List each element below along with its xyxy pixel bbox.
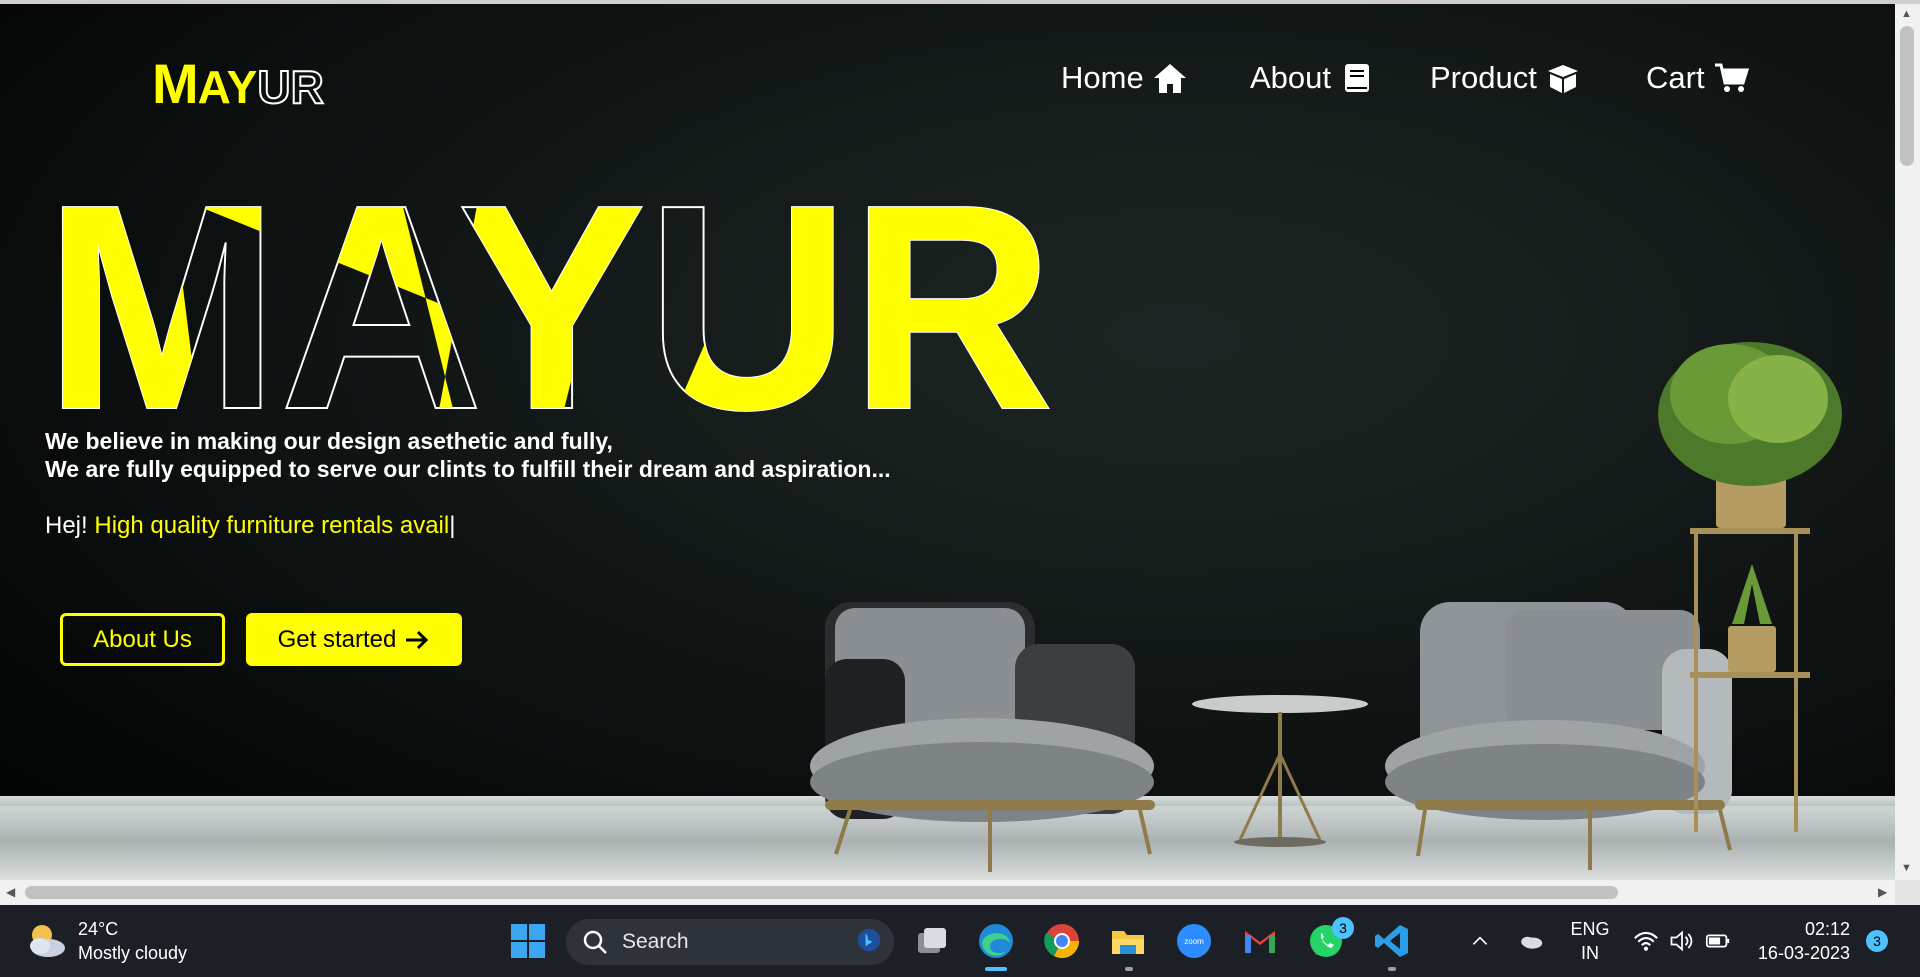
svg-text:zoom: zoom	[1184, 937, 1204, 946]
vscode-icon	[1375, 925, 1408, 957]
get-started-button[interactable]: Get started	[246, 613, 462, 666]
hero-title: MAYUR MAYUR	[43, 186, 1055, 416]
right-armchair	[1385, 602, 1732, 870]
typing-caret: |	[449, 512, 456, 539]
language-indicator[interactable]: ENG IN	[1566, 905, 1614, 977]
cart-icon	[1714, 63, 1749, 92]
bing-icon[interactable]	[856, 927, 882, 953]
gmail-button[interactable]	[1238, 919, 1282, 963]
arrow-right-icon	[406, 630, 429, 649]
horizontal-scroll-thumb[interactable]	[25, 886, 1618, 899]
battery-button[interactable]	[1700, 919, 1736, 963]
horizontal-scrollbar[interactable]: ◀ ▶	[0, 880, 1895, 905]
folder-icon	[1112, 931, 1144, 954]
nav-product[interactable]: Product	[1430, 60, 1581, 96]
gmail-icon	[1245, 931, 1275, 953]
side-table	[1192, 695, 1368, 847]
hero-section: MAYUR Home About Product Cart MAYUR MAYU…	[0, 4, 1895, 880]
about-us-button[interactable]: About Us	[60, 613, 225, 666]
chevron-up-icon	[1472, 936, 1488, 945]
temperature-text: 24°C	[78, 919, 119, 939]
cloud-icon	[1521, 936, 1543, 949]
onedrive-button[interactable]	[1512, 919, 1550, 963]
box-icon	[1547, 65, 1578, 93]
clock-time: 02:12	[1804, 919, 1850, 939]
vertical-scrollbar[interactable]: ▲ ▼	[1895, 4, 1920, 880]
wifi-icon	[1634, 931, 1658, 951]
vertical-scroll-thumb[interactable]	[1900, 26, 1914, 166]
scroll-right-arrow-icon[interactable]: ▶	[1878, 885, 1887, 899]
logo-letter-m: M	[152, 52, 199, 115]
nav-cart[interactable]: Cart	[1646, 60, 1749, 96]
vscode-open-indicator	[1388, 967, 1396, 971]
battery-icon	[1705, 934, 1730, 948]
house-icon	[1153, 64, 1186, 93]
nav-home[interactable]: Home	[1061, 60, 1188, 96]
show-hidden-icons-button[interactable]	[1462, 919, 1498, 963]
file-explorer-button[interactable]	[1106, 919, 1150, 963]
typed-text: High quality furniture rentals avail	[94, 512, 450, 539]
nav-about[interactable]: About	[1250, 60, 1375, 96]
search-icon	[583, 930, 607, 954]
notification-badge[interactable]: 3	[1866, 930, 1888, 952]
task-view-icon	[918, 928, 946, 953]
chrome-icon	[1044, 924, 1079, 958]
edge-active-indicator	[985, 967, 1007, 971]
about-us-label: About Us	[93, 625, 192, 653]
left-armchair	[810, 602, 1155, 872]
windows-logo-icon	[511, 924, 545, 958]
typing-banner: Hej! High quality furniture rentals avai…	[45, 512, 455, 540]
volume-button[interactable]	[1664, 919, 1700, 963]
task-view-button[interactable]	[910, 919, 954, 963]
screen: MAYUR Home About Product Cart MAYUR MAYU…	[0, 0, 1920, 977]
search-placeholder: Search	[622, 930, 689, 953]
clock[interactable]: 02:12 16-03-2023	[1750, 905, 1850, 977]
nav-home-label: Home	[1061, 60, 1144, 95]
tagline-line-2: We are fully equipped to serve our clint…	[45, 456, 891, 482]
scroll-left-arrow-icon[interactable]: ◀	[6, 885, 15, 899]
get-started-label: Get started	[277, 625, 397, 653]
weather-text: Mostly cloudy	[78, 943, 188, 963]
wifi-button[interactable]	[1628, 919, 1664, 963]
book-icon	[1345, 64, 1370, 92]
scroll-up-arrow-icon[interactable]: ▲	[1901, 8, 1912, 20]
chrome-button[interactable]	[1040, 919, 1084, 963]
volume-icon	[1670, 930, 1693, 952]
nav-about-label: About	[1250, 60, 1332, 95]
zoom-button[interactable]: zoom	[1172, 919, 1216, 963]
taskbar-search[interactable]: Search	[566, 919, 894, 965]
nav-product-label: Product	[1430, 60, 1537, 95]
weather-widget[interactable]: 24°C Mostly cloudy	[24, 917, 187, 965]
vscode-button[interactable]	[1370, 919, 1414, 963]
clock-date: 16-03-2023	[1757, 943, 1850, 963]
scroll-down-arrow-icon[interactable]: ▼	[1901, 862, 1912, 874]
scrollbar-corner	[1895, 880, 1920, 905]
whatsapp-badge: 3	[1332, 917, 1354, 939]
site-logo[interactable]: MAYUR	[152, 56, 325, 113]
windows-taskbar: 24°C Mostly cloudy Search zoom 3 ENG IN …	[0, 905, 1920, 977]
cloudy-moon-icon	[30, 925, 65, 957]
edge-button[interactable]	[974, 919, 1018, 963]
zoom-icon: zoom	[1177, 924, 1211, 958]
lang-region: IN	[1581, 943, 1599, 963]
lang-code: ENG	[1570, 919, 1610, 939]
explorer-open-indicator	[1125, 967, 1133, 971]
hero-tagline: We believe in making our design asetheti…	[45, 427, 891, 483]
greeting-text: Hej!	[45, 512, 88, 539]
logo-letters-ur: UR	[256, 61, 324, 113]
nav-cart-label: Cart	[1646, 60, 1705, 95]
logo-letters-ay: AY	[197, 61, 258, 113]
tagline-line-1: We believe in making our design asetheti…	[45, 428, 613, 454]
edge-icon	[979, 924, 1013, 958]
start-button[interactable]	[506, 919, 550, 963]
